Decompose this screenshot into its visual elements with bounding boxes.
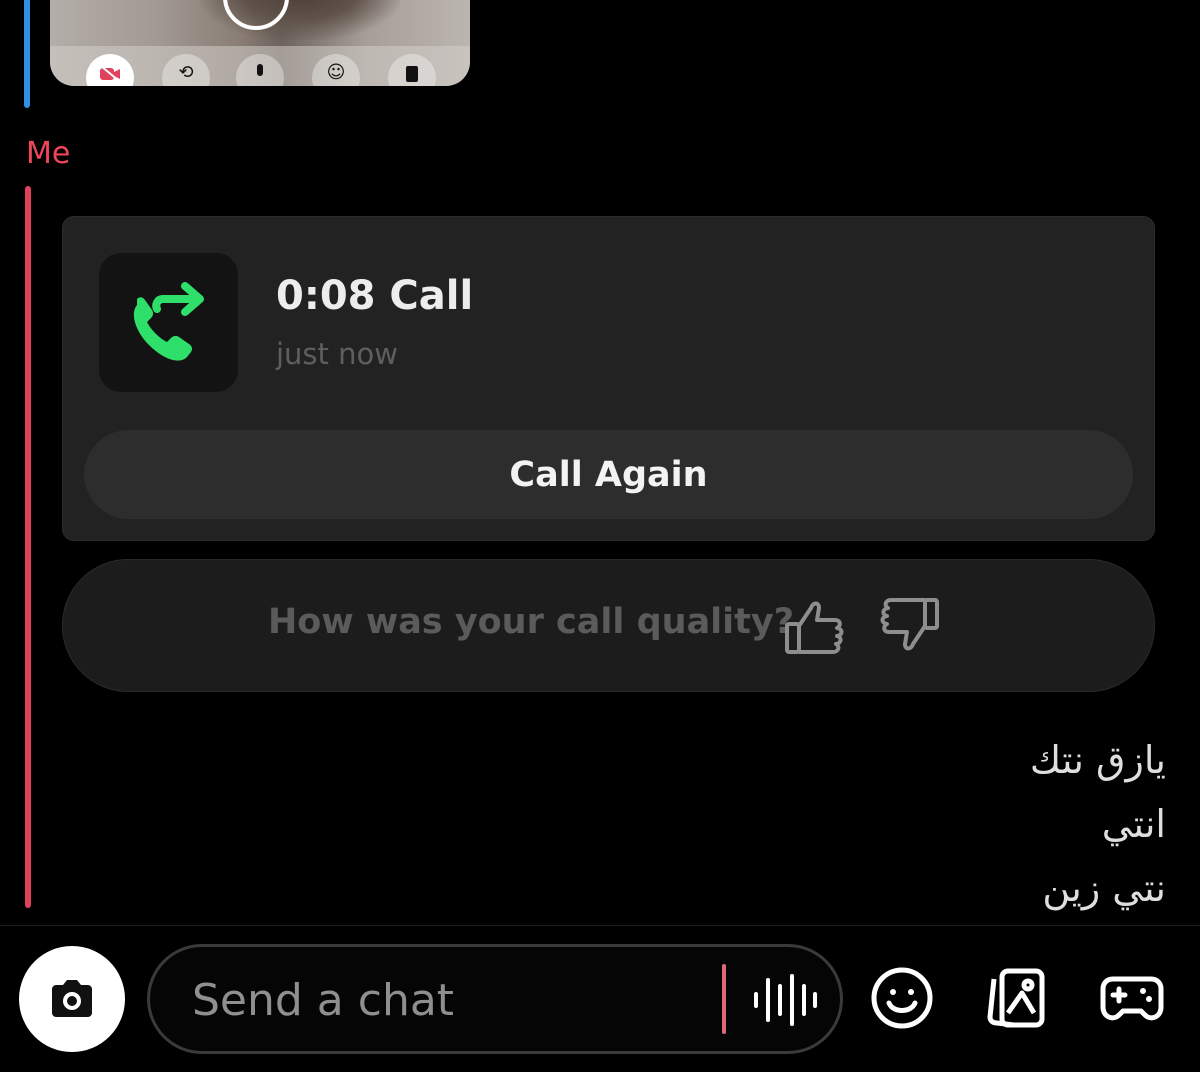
stickers-icon[interactable] [984, 965, 1050, 1031]
sender-bar-me [25, 186, 31, 908]
text-caret [722, 964, 726, 1034]
camera-button[interactable] [19, 946, 125, 1052]
flip-icon[interactable]: ⟲ [162, 54, 210, 86]
games-icon[interactable] [1099, 965, 1165, 1031]
more-icon[interactable] [388, 54, 436, 86]
chat-message: يازق نتك انتي نتي زين [1030, 728, 1166, 920]
chat-composer[interactable] [147, 944, 843, 1054]
message-line: يازق نتك [1029, 738, 1166, 782]
voice-icon[interactable] [750, 972, 820, 1028]
call-quality-question: How was your call quality? [268, 602, 795, 642]
emoji-icon[interactable] [869, 965, 935, 1031]
video-controls: ⟲ ☺ [50, 46, 470, 86]
message-line: نتي زين [1042, 866, 1166, 910]
outgoing-call-icon [99, 253, 238, 392]
call-card[interactable]: 0:08 Call just now Call Again [62, 216, 1155, 541]
call-again-button[interactable]: Call Again [84, 430, 1133, 519]
camera-off-icon[interactable] [86, 54, 134, 86]
send-chat-input[interactable] [190, 969, 714, 1031]
mic-icon[interactable] [236, 54, 284, 86]
thumbs-down-icon[interactable] [875, 594, 941, 660]
message-line: انتي [1101, 802, 1166, 846]
sender-label: Me [26, 136, 71, 171]
composer-divider [0, 925, 1200, 926]
camera-icon [52, 980, 92, 1017]
lens-icon[interactable]: ☺ [312, 54, 360, 86]
call-quality-prompt: How was your call quality? [62, 559, 1155, 692]
thumbs-up-icon[interactable] [783, 594, 849, 660]
call-title: 0:08 Call [276, 273, 474, 319]
video-call-preview[interactable]: ⟲ ☺ [50, 0, 470, 86]
sender-bar-friend [24, 0, 30, 108]
call-timestamp: just now [276, 337, 398, 371]
